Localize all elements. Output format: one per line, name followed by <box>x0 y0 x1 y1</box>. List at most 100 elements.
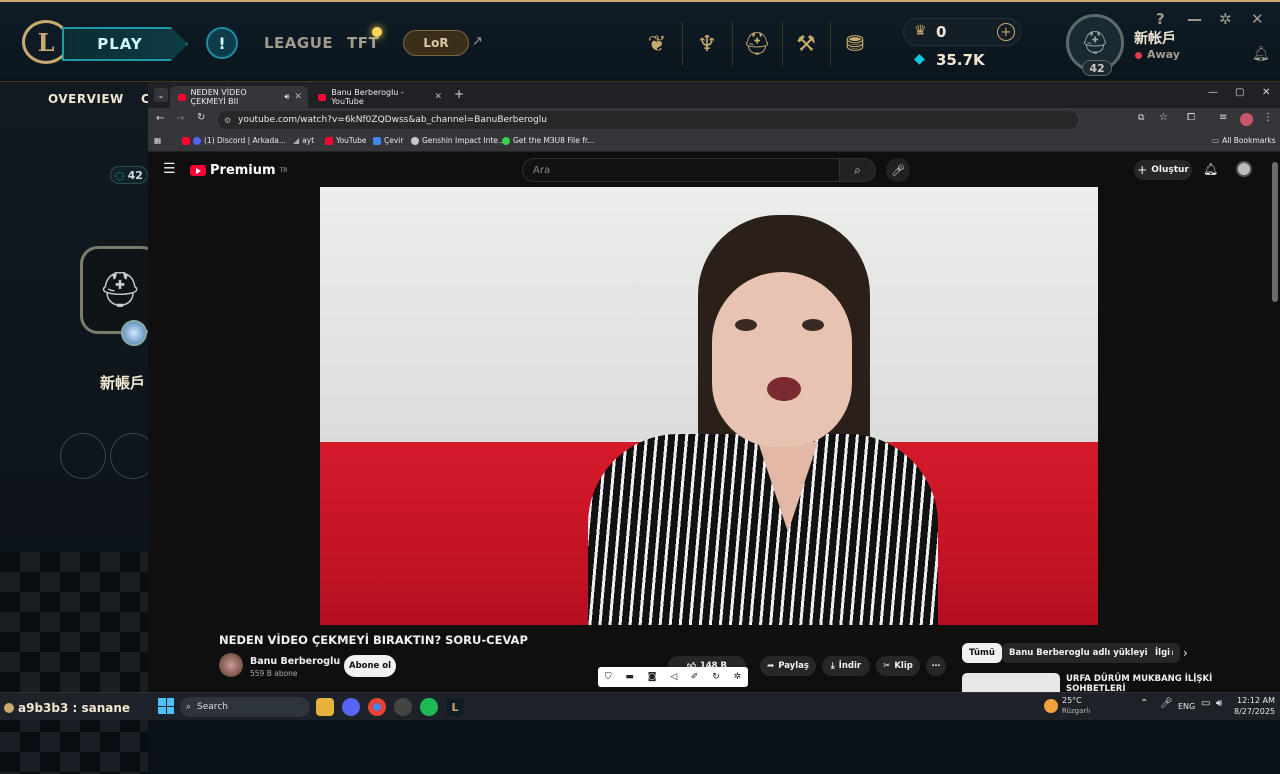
chat-entry[interactable]: a9b3b3 : sanane <box>4 701 130 715</box>
window-maximize[interactable]: ▢ <box>1235 87 1244 98</box>
forward-icon[interactable]: → <box>176 113 184 124</box>
window-close[interactable]: ✕ <box>1262 87 1270 98</box>
clapper-icon[interactable]: ▬ <box>625 672 634 682</box>
page-scrollbar[interactable] <box>1272 162 1278 302</box>
profile-avatar[interactable] <box>1240 113 1253 126</box>
loop-icon[interactable]: ↻ <box>712 672 720 682</box>
minimize-icon[interactable]: — <box>1187 10 1202 28</box>
level-badge: 42 <box>1082 60 1112 76</box>
microphone-icon[interactable]: 🎤︎ <box>1160 698 1173 709</box>
alert-icon[interactable]: ! <box>206 27 238 59</box>
hamburger-menu-icon[interactable]: ☰ <box>163 161 176 177</box>
volume-icon[interactable]: 🔊︎ <box>1216 698 1222 709</box>
apps-icon[interactable]: ▦ <box>154 136 161 145</box>
settings-icon[interactable]: ✲ <box>1219 10 1232 28</box>
lor-button[interactable]: LoR <box>403 30 469 56</box>
subscribe-button[interactable]: Abone ol <box>344 655 396 677</box>
chrome-icon[interactable] <box>368 698 386 716</box>
bookmark-ayt[interactable]: ◢ ayt <box>293 136 314 145</box>
camera-icon[interactable]: ◙ <box>648 672 657 682</box>
search-input[interactable]: Ara <box>522 158 840 182</box>
search-button[interactable]: ⌕ <box>840 158 876 182</box>
status-text[interactable]: Away <box>1147 48 1180 61</box>
nav-league[interactable]: LEAGUE <box>264 34 333 52</box>
channel-name[interactable]: Banu Berberoglu ✔ <box>250 656 350 667</box>
close-icon[interactable]: ✕ <box>1251 10 1264 28</box>
window-minimize[interactable]: — <box>1208 87 1218 98</box>
chip-related[interactable]: İlgi <box>1148 643 1172 663</box>
windows-taskbar: a9b3b3 : sanane ⌕ Search L 25°C Rüzgarlı … <box>0 692 1280 720</box>
download-button[interactable]: ⤓ İndir <box>822 656 870 676</box>
bookmark-genshin[interactable]: Genshin Impact Inte... <box>411 136 505 145</box>
play-button[interactable]: PLAY <box>62 27 188 61</box>
recommended-menu-icon[interactable]: ⋮ <box>1190 673 1200 684</box>
voice-search-icon[interactable]: 🎤︎ <box>886 158 910 182</box>
level-pill-value: 42 <box>127 168 143 182</box>
more-actions-button[interactable]: ⋯ <box>926 656 946 676</box>
account-avatar[interactable] <box>1236 161 1252 177</box>
league-client-icon[interactable]: L <box>446 698 464 716</box>
speaker-icon[interactable]: 🔊︎ <box>284 92 289 102</box>
volume-icon[interactable]: ◁ <box>670 672 677 682</box>
clock-date[interactable]: 8/27/2025 <box>1234 707 1275 716</box>
reload-icon[interactable]: ↻ <box>197 112 205 123</box>
taskbar-search[interactable]: ⌕ Search <box>180 697 310 717</box>
new-tab-button[interactable]: + <box>454 87 464 101</box>
clip-button[interactable]: ✂ Klip <box>876 656 920 676</box>
clock-time[interactable]: 12:12 AM <box>1237 696 1275 705</box>
collection-icon[interactable]: ⛑ <box>743 30 771 58</box>
youtube-logo[interactable]: Premium TR <box>190 163 287 178</box>
tray-chevron-icon[interactable]: ⌃ <box>1140 698 1148 709</box>
bookmark-label: (1) Discord | Arkada... <box>204 136 287 145</box>
spotify-icon[interactable] <box>420 698 438 716</box>
language-indicator[interactable]: ENG <box>1178 702 1195 711</box>
rp-value: 0 <box>936 23 947 41</box>
channel-avatar[interactable] <box>219 653 243 677</box>
chevron-right-icon[interactable]: › <box>1183 646 1188 660</box>
bookmark-translate[interactable]: Çevir <box>373 136 403 145</box>
chip-all[interactable]: Tümü <box>962 643 1002 663</box>
weather-temp[interactable]: 25°C <box>1062 696 1082 705</box>
lotus-icon[interactable]: ❦ <box>643 30 671 58</box>
share-button[interactable]: ➦ Paylaş <box>760 656 816 676</box>
bell-icon[interactable]: 🔔︎ <box>1252 46 1270 62</box>
bookmark-m3u8[interactable]: Get the M3U8 File fr... <box>502 136 594 145</box>
tab-overview[interactable]: OVERVIEW <box>48 92 124 106</box>
tab-channel[interactable]: Banu Berberoglu - YouTube ✕ <box>310 86 448 108</box>
recommended-thumbnail[interactable] <box>962 673 1060 692</box>
bookmark-discord[interactable]: (1) Discord | Arkada... <box>182 136 286 145</box>
close-tab-icon[interactable]: ✕ <box>294 92 302 102</box>
youtube-header: ☰ Premium TR Ara ⌕ 🎤︎ + Oluştur 🔔︎ <box>148 153 1280 187</box>
all-bookmarks[interactable]: ▭ All Bookmarks <box>1212 136 1276 145</box>
media-icon[interactable]: ≡ <box>1219 112 1227 123</box>
shield-icon[interactable]: ⛉ <box>605 672 612 682</box>
emote-slot[interactable] <box>60 433 106 479</box>
menu-icon[interactable]: ⋮ <box>1263 112 1273 123</box>
discord-icon[interactable] <box>342 698 360 716</box>
site-info-icon[interactable]: ⚙ <box>224 116 231 125</box>
loot-icon[interactable]: ⚒ <box>792 30 820 58</box>
divider <box>732 22 733 66</box>
close-tab-icon[interactable]: ✕ <box>434 92 442 102</box>
add-rp-icon[interactable]: + <box>997 23 1015 41</box>
url-field[interactable]: ⚙ youtube.com/watch?v=6kNf0ZQDwss&ab_cha… <box>218 111 1078 129</box>
notifications-icon[interactable]: 🔔︎ <box>1203 162 1218 176</box>
app-icon[interactable] <box>394 698 412 716</box>
store-icon[interactable]: ⛃ <box>841 30 869 58</box>
network-icon[interactable]: ▭ <box>1201 698 1210 709</box>
install-icon[interactable]: ⧉ <box>1138 113 1144 123</box>
file-explorer-icon[interactable] <box>316 698 334 716</box>
extensions-icon[interactable]: ⧠ <box>1187 112 1195 123</box>
bookmark-star-icon[interactable]: ☆ <box>1159 112 1168 123</box>
create-button[interactable]: + Oluştur <box>1134 160 1192 180</box>
tab-video[interactable]: NEDEN VİDEO ÇEKMEYİ BII 🔊︎ ✕ <box>170 86 308 108</box>
laurel-icon[interactable]: ♆ <box>693 30 721 58</box>
tab-search-icon[interactable]: ⌄ <box>154 88 168 102</box>
pin-icon[interactable]: ✐ <box>691 672 699 682</box>
settings-icon[interactable]: ✲ <box>734 672 742 682</box>
help-icon[interactable]: ? <box>1156 10 1165 28</box>
windows-start-icon[interactable] <box>158 698 174 714</box>
video-player[interactable] <box>320 187 1098 625</box>
back-icon[interactable]: ← <box>156 113 164 124</box>
bookmark-youtube[interactable]: YouTube <box>325 136 367 145</box>
